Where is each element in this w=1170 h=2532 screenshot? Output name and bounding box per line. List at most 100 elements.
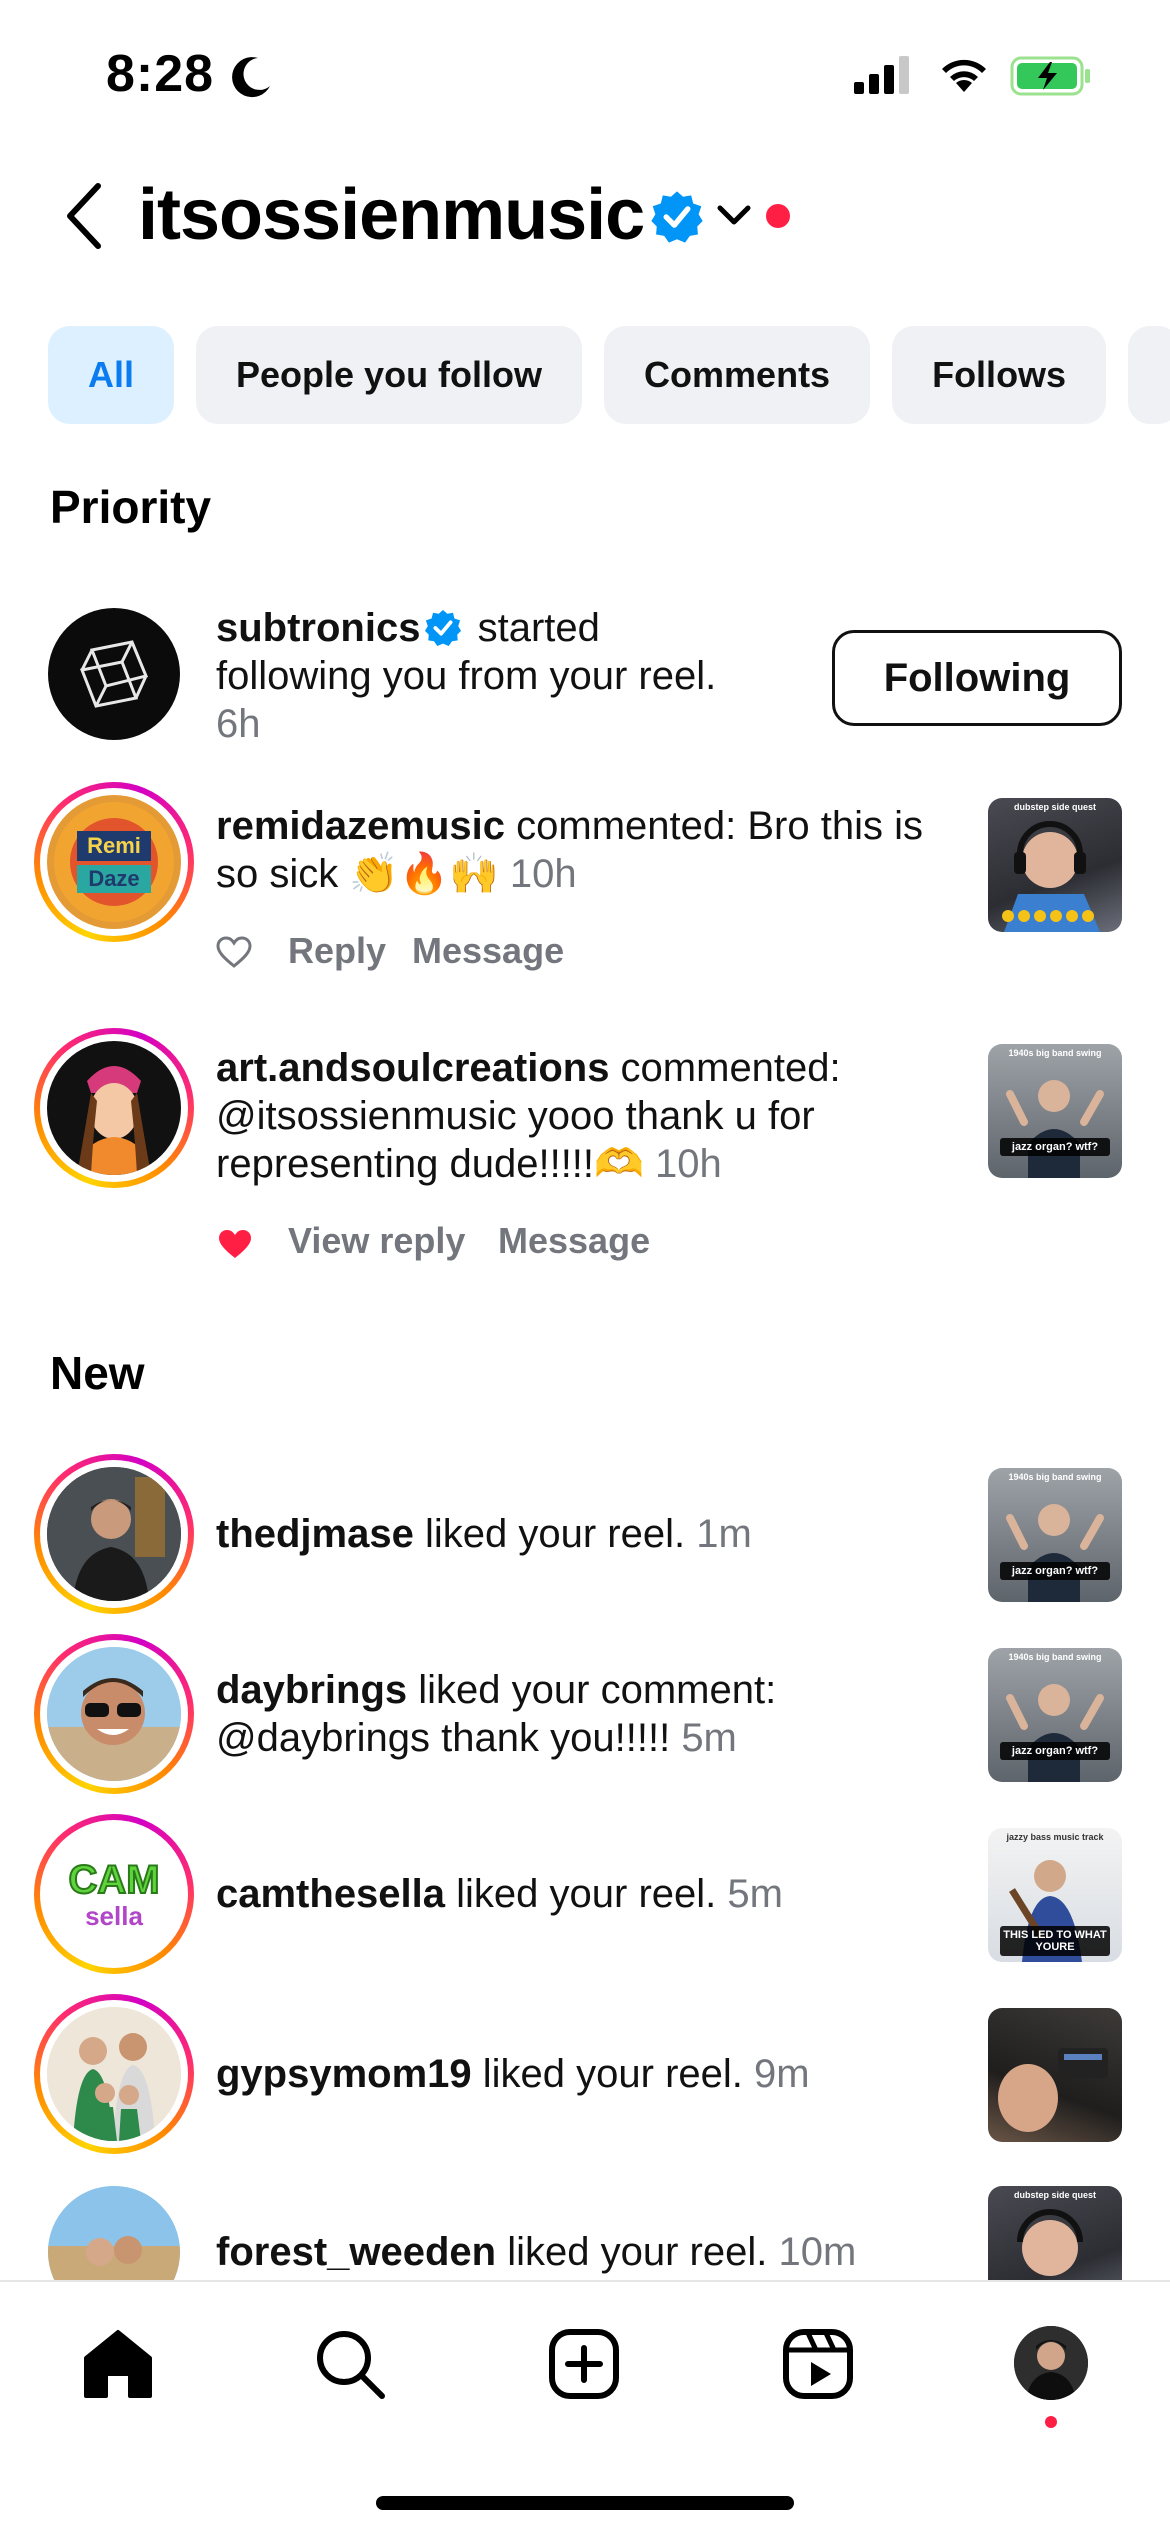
filter-chips: All People you follow Comments Follows xyxy=(48,326,1170,424)
timestamp: 5m xyxy=(681,1716,737,1760)
notification-text: art.andsoulcreations commented: @itsossi… xyxy=(216,1044,956,1188)
chip-all[interactable]: All xyxy=(48,326,175,424)
message-link[interactable]: Message xyxy=(498,1220,650,1262)
bottom-nav xyxy=(0,2280,1170,2532)
reel-thumbnail-image xyxy=(998,2048,1108,2132)
thumbnail-label: jazz organ? wtf? xyxy=(1000,1742,1110,1760)
avatar[interactable] xyxy=(34,594,194,754)
thumbnail-caption: 1940s big band swing xyxy=(1008,1048,1102,1058)
notification-row[interactable]: gypsymom19 liked your reel. 9m xyxy=(0,1994,1170,2154)
reply-link[interactable]: Reply xyxy=(288,930,386,972)
reel-thumbnail[interactable] xyxy=(988,2008,1122,2142)
thumbnail-caption: 1940s big band swing xyxy=(1008,1472,1102,1482)
illustrated-avatar-image xyxy=(77,1066,151,1175)
notification-text: camthesella liked your reel. 5m xyxy=(216,1870,956,1918)
avatar[interactable] xyxy=(34,1634,194,1794)
reel-thumbnail[interactable]: 1940s big band swing jazz organ? wtf? xyxy=(988,1468,1122,1602)
notification-dot xyxy=(766,204,790,228)
following-button[interactable]: Following xyxy=(832,630,1122,726)
view-reply-link[interactable]: View reply xyxy=(288,1220,465,1262)
username[interactable]: art.andsoulcreations xyxy=(216,1046,609,1090)
reel-thumbnail-image xyxy=(1006,1684,1104,1782)
page-title[interactable]: itsossienmusic xyxy=(138,174,645,256)
moon-icon xyxy=(232,57,270,98)
reel-thumbnail-image xyxy=(1006,1080,1104,1178)
username[interactable]: camthesella xyxy=(216,1872,445,1916)
username[interactable]: daybrings xyxy=(216,1668,407,1712)
notification-text: forest_weeden liked your reel. 10m xyxy=(216,2228,956,2276)
avatar[interactable] xyxy=(34,1028,194,1188)
username[interactable]: remidazemusic xyxy=(216,804,505,848)
chip-people-you-follow[interactable]: People you follow xyxy=(196,326,583,424)
status-time: 8:28 xyxy=(106,45,215,103)
thumbnail-label: jazz organ? wtf? xyxy=(1000,1562,1110,1580)
notification-row[interactable]: subtronics started following you from yo… xyxy=(0,600,1170,760)
signal-icon xyxy=(854,56,909,94)
wifi-icon xyxy=(942,59,986,92)
status-bar: 8:28 xyxy=(0,0,1170,150)
notification-row[interactable]: daybrings liked your comment: @daybrings… xyxy=(0,1634,1170,1794)
timestamp: 1m xyxy=(696,1512,752,1556)
username[interactable]: forest_weeden xyxy=(216,2230,496,2274)
message: liked your reel. xyxy=(496,2230,768,2274)
section-title-new: New xyxy=(50,1347,145,1399)
avatar-photo-image xyxy=(47,1647,181,1781)
thumbnail-caption: dubstep side quest xyxy=(1013,802,1096,812)
avatar[interactable] xyxy=(34,1994,194,2154)
profile-avatar[interactable] xyxy=(1014,2326,1088,2400)
svg-text:CAM: CAM xyxy=(68,1858,159,1902)
verified-badge-icon xyxy=(425,609,462,647)
cube-logo-icon xyxy=(79,640,149,708)
message-link[interactable]: Message xyxy=(412,930,564,972)
avatar[interactable]: CAM sella xyxy=(34,1814,194,1974)
notification-row[interactable]: art.andsoulcreations commented: @itsossi… xyxy=(0,1026,1170,1266)
comment-actions: Reply Message xyxy=(216,930,596,980)
reel-thumbnail-image xyxy=(1006,1504,1104,1602)
timestamp: 9m xyxy=(754,2052,810,2096)
battery-charging-icon xyxy=(1010,56,1090,96)
back-icon[interactable] xyxy=(60,180,108,252)
notification-text: subtronics started following you from yo… xyxy=(216,604,736,748)
chip-follows[interactable]: Follows xyxy=(892,326,1107,424)
notification-row[interactable]: CAM sella camthesella liked your reel. 5… xyxy=(0,1814,1170,1974)
chip-more[interactable] xyxy=(1128,326,1170,424)
comment-actions: View reply Message xyxy=(216,1220,650,1270)
heart-outline-icon[interactable] xyxy=(216,936,252,968)
username[interactable]: thedjmase xyxy=(216,1512,414,1556)
avatar[interactable]: Remi Daze xyxy=(34,782,194,942)
create-icon[interactable] xyxy=(544,2324,624,2404)
notification-text: thedjmase liked your reel. 1m xyxy=(216,1510,956,1558)
heart-filled-icon[interactable] xyxy=(216,1228,254,1260)
verified-badge-icon xyxy=(651,191,703,243)
chip-comments[interactable]: Comments xyxy=(604,326,871,424)
reel-thumbnail[interactable]: jazzy bass music track THIS LED TO WHAT … xyxy=(988,1828,1122,1962)
home-icon[interactable] xyxy=(78,2324,158,2404)
notification-row[interactable]: Remi Daze remidazemusic commented: Bro t… xyxy=(0,782,1170,1002)
thumbnail-label: THIS LED TO WHAT YOURE xyxy=(1000,1926,1110,1956)
reel-thumbnail[interactable]: 1940s big band swing jazz organ? wtf? xyxy=(988,1648,1122,1782)
header: itsossienmusic xyxy=(0,160,1170,280)
reel-thumbnail[interactable]: dubstep side quest xyxy=(988,798,1122,932)
message: liked your reel. xyxy=(413,1512,686,1556)
timestamp: 10h xyxy=(654,1142,722,1186)
svg-text:Daze: Daze xyxy=(88,866,139,891)
thumbnail-caption: jazzy bass music track xyxy=(1006,1832,1104,1842)
notifications-screen: 8:28 itsossienmusic All People you follo… xyxy=(0,0,1170,2532)
username[interactable]: subtronics xyxy=(216,606,420,650)
svg-text:Remi: Remi xyxy=(87,833,141,858)
username[interactable]: gypsymom19 xyxy=(216,2052,472,2096)
thumbnail-caption: dubstep side quest xyxy=(1013,2190,1096,2200)
timestamp: 10h xyxy=(509,852,577,896)
timestamp: 10m xyxy=(778,2230,857,2274)
notification-row[interactable]: thedjmase liked your reel. 1m 1940s big … xyxy=(0,1454,1170,1614)
avatar-photo-image xyxy=(47,1467,181,1601)
profile-notification-dot xyxy=(1045,2416,1057,2428)
home-indicator[interactable] xyxy=(376,2496,794,2510)
search-icon[interactable] xyxy=(310,2324,390,2404)
chevron-down-icon[interactable] xyxy=(716,204,752,228)
cam-the-sella-logo-icon: CAM sella xyxy=(67,1857,160,1931)
notification-text: remidazemusic commented: Bro this is so … xyxy=(216,802,956,898)
reel-thumbnail[interactable]: 1940s big band swing jazz organ? wtf? xyxy=(988,1044,1122,1178)
avatar[interactable] xyxy=(34,1454,194,1614)
reels-icon[interactable] xyxy=(778,2324,858,2404)
